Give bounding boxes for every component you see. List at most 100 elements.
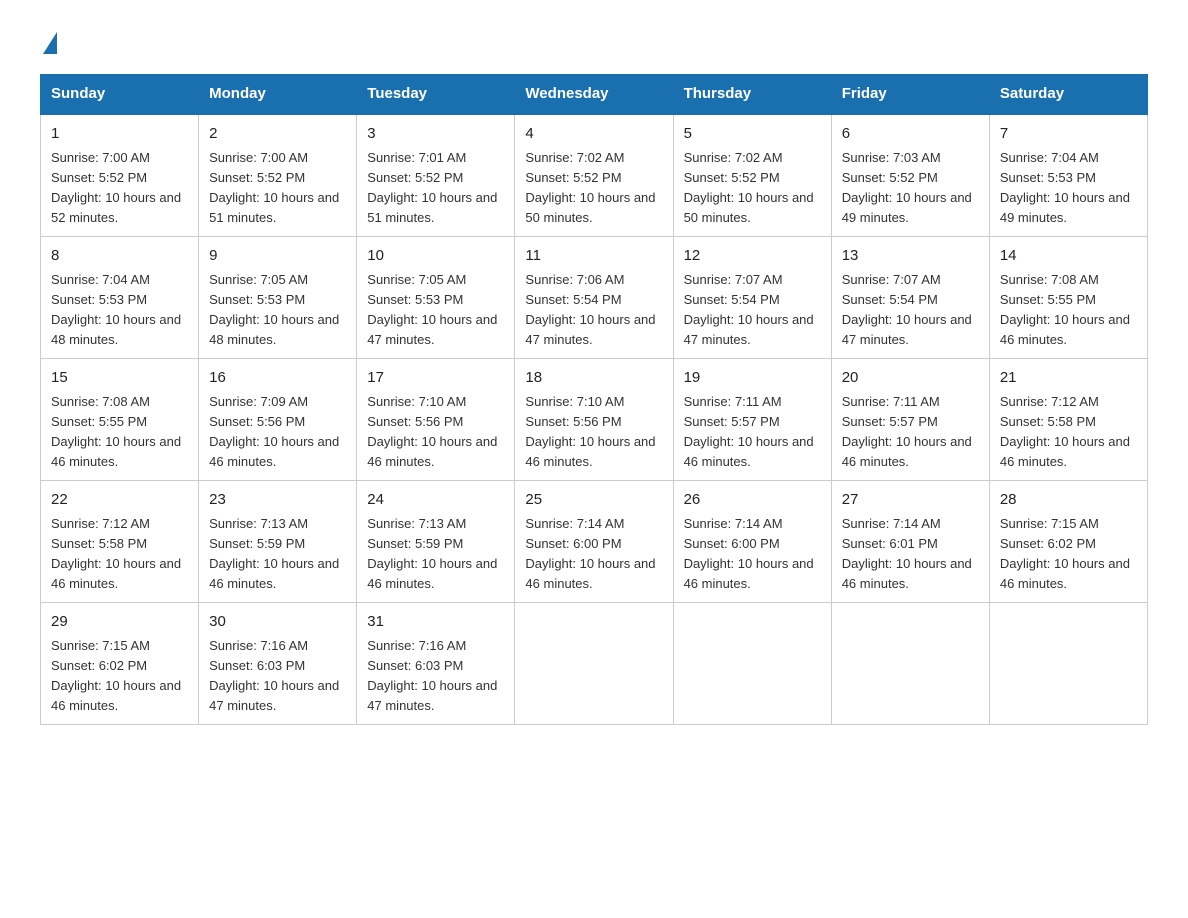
calendar-day-cell: 10Sunrise: 7:05 AMSunset: 5:53 PMDayligh…: [357, 237, 515, 359]
day-number: 15: [51, 367, 188, 390]
day-info: Sunrise: 7:03 AMSunset: 5:52 PMDaylight:…: [842, 148, 979, 229]
calendar-day-cell: [515, 603, 673, 725]
day-number: 11: [525, 245, 662, 268]
calendar-day-cell: 5Sunrise: 7:02 AMSunset: 5:52 PMDaylight…: [673, 114, 831, 237]
day-info: Sunrise: 7:08 AMSunset: 5:55 PMDaylight:…: [51, 392, 188, 473]
calendar-day-cell: [673, 603, 831, 725]
calendar-day-cell: 26Sunrise: 7:14 AMSunset: 6:00 PMDayligh…: [673, 481, 831, 603]
calendar-day-cell: 6Sunrise: 7:03 AMSunset: 5:52 PMDaylight…: [831, 114, 989, 237]
day-number: 7: [1000, 123, 1137, 146]
calendar-day-cell: 22Sunrise: 7:12 AMSunset: 5:58 PMDayligh…: [41, 481, 199, 603]
day-info: Sunrise: 7:10 AMSunset: 5:56 PMDaylight:…: [525, 392, 662, 473]
day-number: 26: [684, 489, 821, 512]
day-info: Sunrise: 7:11 AMSunset: 5:57 PMDaylight:…: [684, 392, 821, 473]
day-info: Sunrise: 7:09 AMSunset: 5:56 PMDaylight:…: [209, 392, 346, 473]
day-info: Sunrise: 7:13 AMSunset: 5:59 PMDaylight:…: [367, 514, 504, 595]
day-number: 23: [209, 489, 346, 512]
day-number: 17: [367, 367, 504, 390]
calendar-day-cell: 1Sunrise: 7:00 AMSunset: 5:52 PMDaylight…: [41, 114, 199, 237]
day-info: Sunrise: 7:05 AMSunset: 5:53 PMDaylight:…: [367, 270, 504, 351]
day-info: Sunrise: 7:14 AMSunset: 6:00 PMDaylight:…: [525, 514, 662, 595]
calendar-day-cell: 8Sunrise: 7:04 AMSunset: 5:53 PMDaylight…: [41, 237, 199, 359]
day-info: Sunrise: 7:07 AMSunset: 5:54 PMDaylight:…: [684, 270, 821, 351]
day-info: Sunrise: 7:08 AMSunset: 5:55 PMDaylight:…: [1000, 270, 1137, 351]
calendar-day-cell: 9Sunrise: 7:05 AMSunset: 5:53 PMDaylight…: [199, 237, 357, 359]
calendar-day-cell: 29Sunrise: 7:15 AMSunset: 6:02 PMDayligh…: [41, 603, 199, 725]
day-of-week-header: Sunday: [41, 75, 199, 114]
calendar-day-cell: 14Sunrise: 7:08 AMSunset: 5:55 PMDayligh…: [989, 237, 1147, 359]
day-info: Sunrise: 7:02 AMSunset: 5:52 PMDaylight:…: [684, 148, 821, 229]
calendar-day-cell: 16Sunrise: 7:09 AMSunset: 5:56 PMDayligh…: [199, 359, 357, 481]
day-info: Sunrise: 7:00 AMSunset: 5:52 PMDaylight:…: [209, 148, 346, 229]
calendar-day-cell: [831, 603, 989, 725]
calendar-day-cell: 31Sunrise: 7:16 AMSunset: 6:03 PMDayligh…: [357, 603, 515, 725]
day-info: Sunrise: 7:05 AMSunset: 5:53 PMDaylight:…: [209, 270, 346, 351]
calendar-day-cell: 15Sunrise: 7:08 AMSunset: 5:55 PMDayligh…: [41, 359, 199, 481]
day-info: Sunrise: 7:06 AMSunset: 5:54 PMDaylight:…: [525, 270, 662, 351]
day-info: Sunrise: 7:13 AMSunset: 5:59 PMDaylight:…: [209, 514, 346, 595]
calendar-day-cell: 11Sunrise: 7:06 AMSunset: 5:54 PMDayligh…: [515, 237, 673, 359]
calendar-table: SundayMondayTuesdayWednesdayThursdayFrid…: [40, 74, 1148, 725]
day-number: 8: [51, 245, 188, 268]
logo-triangle-icon: [43, 32, 57, 54]
calendar-body: 1Sunrise: 7:00 AMSunset: 5:52 PMDaylight…: [41, 114, 1148, 725]
calendar-week-row: 1Sunrise: 7:00 AMSunset: 5:52 PMDaylight…: [41, 114, 1148, 237]
calendar-week-row: 29Sunrise: 7:15 AMSunset: 6:02 PMDayligh…: [41, 603, 1148, 725]
day-info: Sunrise: 7:15 AMSunset: 6:02 PMDaylight:…: [1000, 514, 1137, 595]
day-info: Sunrise: 7:04 AMSunset: 5:53 PMDaylight:…: [51, 270, 188, 351]
day-number: 19: [684, 367, 821, 390]
day-number: 31: [367, 611, 504, 634]
day-number: 16: [209, 367, 346, 390]
calendar-day-cell: 4Sunrise: 7:02 AMSunset: 5:52 PMDaylight…: [515, 114, 673, 237]
day-number: 25: [525, 489, 662, 512]
day-info: Sunrise: 7:04 AMSunset: 5:53 PMDaylight:…: [1000, 148, 1137, 229]
logo: [40, 30, 57, 54]
page-header: [40, 30, 1148, 54]
calendar-day-cell: 19Sunrise: 7:11 AMSunset: 5:57 PMDayligh…: [673, 359, 831, 481]
day-info: Sunrise: 7:14 AMSunset: 6:00 PMDaylight:…: [684, 514, 821, 595]
day-info: Sunrise: 7:16 AMSunset: 6:03 PMDaylight:…: [209, 636, 346, 717]
day-info: Sunrise: 7:02 AMSunset: 5:52 PMDaylight:…: [525, 148, 662, 229]
day-info: Sunrise: 7:15 AMSunset: 6:02 PMDaylight:…: [51, 636, 188, 717]
day-number: 24: [367, 489, 504, 512]
calendar-day-cell: 13Sunrise: 7:07 AMSunset: 5:54 PMDayligh…: [831, 237, 989, 359]
calendar-day-cell: 18Sunrise: 7:10 AMSunset: 5:56 PMDayligh…: [515, 359, 673, 481]
calendar-week-row: 8Sunrise: 7:04 AMSunset: 5:53 PMDaylight…: [41, 237, 1148, 359]
day-info: Sunrise: 7:07 AMSunset: 5:54 PMDaylight:…: [842, 270, 979, 351]
calendar-day-cell: 27Sunrise: 7:14 AMSunset: 6:01 PMDayligh…: [831, 481, 989, 603]
day-number: 13: [842, 245, 979, 268]
calendar-day-cell: 7Sunrise: 7:04 AMSunset: 5:53 PMDaylight…: [989, 114, 1147, 237]
calendar-day-cell: [989, 603, 1147, 725]
day-number: 29: [51, 611, 188, 634]
day-number: 30: [209, 611, 346, 634]
day-info: Sunrise: 7:01 AMSunset: 5:52 PMDaylight:…: [367, 148, 504, 229]
calendar-week-row: 15Sunrise: 7:08 AMSunset: 5:55 PMDayligh…: [41, 359, 1148, 481]
day-number: 28: [1000, 489, 1137, 512]
day-number: 6: [842, 123, 979, 146]
day-info: Sunrise: 7:16 AMSunset: 6:03 PMDaylight:…: [367, 636, 504, 717]
calendar-day-cell: 23Sunrise: 7:13 AMSunset: 5:59 PMDayligh…: [199, 481, 357, 603]
day-number: 21: [1000, 367, 1137, 390]
day-number: 14: [1000, 245, 1137, 268]
day-number: 27: [842, 489, 979, 512]
calendar-day-cell: 20Sunrise: 7:11 AMSunset: 5:57 PMDayligh…: [831, 359, 989, 481]
calendar-day-cell: 28Sunrise: 7:15 AMSunset: 6:02 PMDayligh…: [989, 481, 1147, 603]
day-of-week-header: Tuesday: [357, 75, 515, 114]
day-number: 22: [51, 489, 188, 512]
calendar-day-cell: 17Sunrise: 7:10 AMSunset: 5:56 PMDayligh…: [357, 359, 515, 481]
calendar-day-cell: 30Sunrise: 7:16 AMSunset: 6:03 PMDayligh…: [199, 603, 357, 725]
calendar-day-cell: 21Sunrise: 7:12 AMSunset: 5:58 PMDayligh…: [989, 359, 1147, 481]
day-of-week-header: Saturday: [989, 75, 1147, 114]
calendar-week-row: 22Sunrise: 7:12 AMSunset: 5:58 PMDayligh…: [41, 481, 1148, 603]
day-number: 5: [684, 123, 821, 146]
day-of-week-header: Monday: [199, 75, 357, 114]
day-number: 9: [209, 245, 346, 268]
day-of-week-header: Wednesday: [515, 75, 673, 114]
calendar-day-cell: 25Sunrise: 7:14 AMSunset: 6:00 PMDayligh…: [515, 481, 673, 603]
day-info: Sunrise: 7:12 AMSunset: 5:58 PMDaylight:…: [51, 514, 188, 595]
day-info: Sunrise: 7:10 AMSunset: 5:56 PMDaylight:…: [367, 392, 504, 473]
day-info: Sunrise: 7:12 AMSunset: 5:58 PMDaylight:…: [1000, 392, 1137, 473]
calendar-day-cell: 2Sunrise: 7:00 AMSunset: 5:52 PMDaylight…: [199, 114, 357, 237]
day-number: 20: [842, 367, 979, 390]
day-number: 12: [684, 245, 821, 268]
